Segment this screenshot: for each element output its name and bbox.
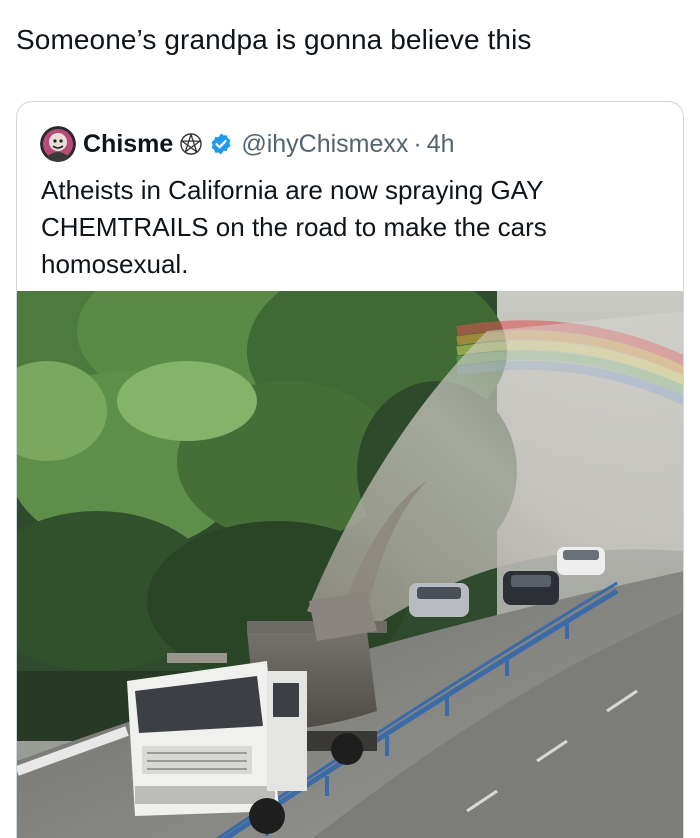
quoted-post-header: Chisme @ihyChismexx · 4h xyxy=(40,126,455,162)
quoted-post-text: Atheists in California are now spraying … xyxy=(41,175,547,279)
handle[interactable]: @ihyChismexx xyxy=(241,130,408,159)
pentagram-icon xyxy=(180,133,203,155)
display-name[interactable]: Chisme xyxy=(83,130,173,159)
avatar[interactable] xyxy=(40,126,76,162)
separator-dot: · xyxy=(413,129,422,158)
timestamp[interactable]: 4h xyxy=(427,130,455,159)
verified-badge-icon xyxy=(211,133,231,155)
post-text: Someone’s grandpa is gonna believe this xyxy=(16,24,532,55)
quoted-post-card[interactable]: Chisme @ihyChismexx · 4h Atheists in Cal… xyxy=(16,101,684,838)
post-media-image[interactable] xyxy=(17,291,683,838)
media-illustration xyxy=(17,291,683,838)
